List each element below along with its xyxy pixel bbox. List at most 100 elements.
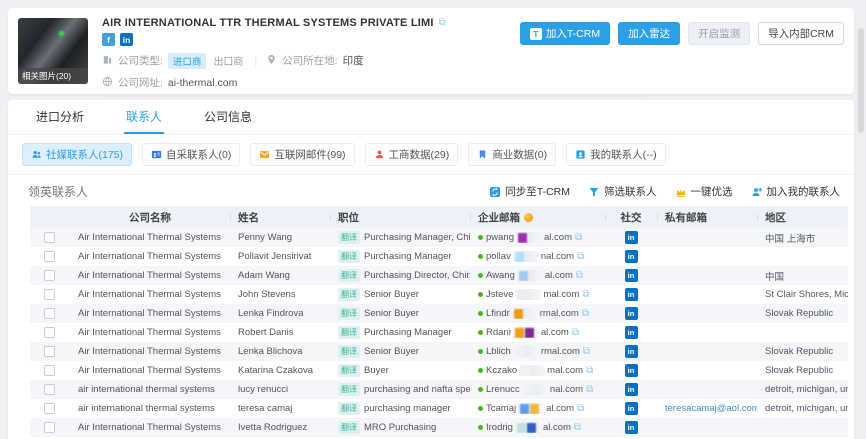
website-value[interactable]: ai-thermal.com [168,77,237,89]
copy-email-icon[interactable]: ⧉ [575,233,582,243]
exporter-tag[interactable]: 出口商 [211,52,245,69]
chip-label: 自采联系人(0) [166,147,231,162]
facebook-icon[interactable]: f [102,33,115,46]
copy-email-icon[interactable]: ⧉ [572,328,579,338]
email-quality-icon[interactable] [524,213,533,222]
row-checkbox[interactable] [44,251,55,262]
translate-tag[interactable]: 翻译 [338,269,360,282]
related-images-label[interactable]: 相关图片(20) [18,68,88,84]
row-checkbox[interactable] [44,232,55,243]
copy-email-icon[interactable]: ⧉ [586,366,593,376]
copy-email-icon[interactable]: ⧉ [574,423,581,433]
copy-email-icon[interactable]: ⧉ [583,347,590,357]
company-photo[interactable]: 相关图片(20) [18,18,88,84]
copy-company-name-icon[interactable]: ⧉ [439,18,446,28]
position-text: Purchasing Manager [364,251,452,262]
chip-social-contacts[interactable]: 社媒联系人(175) [22,143,132,166]
translate-tag[interactable]: 翻译 [338,421,360,434]
linkedin-profile-icon[interactable]: in [625,231,638,244]
action-label: 一键优选 [691,184,733,199]
filter-contacts-action[interactable]: 筛选联系人 [588,184,657,199]
translate-tag[interactable]: 翻译 [338,402,360,415]
table-body: Air International Thermal SystemsPenny W… [30,228,848,439]
linkedin-profile-icon[interactable]: in [625,345,638,358]
chip-internet-emails[interactable]: 互联网邮件(99) [250,143,354,166]
translate-tag[interactable]: 翻译 [338,307,360,320]
linkedin-profile-icon[interactable]: in [625,326,638,339]
masked-email-segment [517,270,543,281]
linkedin-icon[interactable]: in [120,33,133,46]
row-checkbox[interactable] [44,308,55,319]
linkedin-profile-icon[interactable]: in [625,402,638,415]
email-prefix: Awang [486,270,515,281]
translate-tag[interactable]: 翻译 [338,383,360,396]
translate-tag[interactable]: 翻译 [338,326,360,339]
mask-block [530,404,539,414]
start-monitor-button[interactable]: 开启监测 [688,22,750,45]
sync-to-tcrm-action[interactable]: 同步至T-CRM [489,184,570,199]
add-radar-button[interactable]: 加入雷达 [618,22,680,45]
row-checkbox[interactable] [44,289,55,300]
table-row: air international thermal systemslucy re… [30,380,848,399]
row-checkbox[interactable] [44,270,55,281]
social-cell: in [605,345,657,358]
email-suffix: al.com [541,327,569,338]
table-row: Air International Thermal SystemsPollavi… [30,247,848,266]
row-checkbox[interactable] [44,327,55,338]
chip-label: 我的联系人(--) [590,147,657,162]
email-suffix: mal.com [543,289,579,300]
translate-tag[interactable]: 翻译 [338,231,360,244]
page-scrollbar[interactable] [858,0,864,439]
add-to-my-contacts-action[interactable]: 加入我的联系人 [751,184,841,199]
chip-commercial-data[interactable]: 商业数据(0) [468,143,556,166]
email-status-dot [478,368,483,373]
import-internal-crm-button[interactable]: 导入内部CRM [758,22,844,45]
chip-my-contacts[interactable]: 我的联系人(--) [566,143,666,166]
copy-email-icon[interactable]: ⧉ [582,309,589,319]
private-email-text: teresacamaj@aol.com [665,403,757,414]
row-checkbox[interactable] [44,422,55,433]
copy-email-icon[interactable]: ⧉ [582,290,589,300]
importer-tag[interactable]: 进口商 [168,53,207,69]
chip-self-collected-contacts[interactable]: 自采联系人(0) [142,143,240,166]
email-prefix: Lblich [486,346,511,357]
row-checkbox[interactable] [44,403,55,414]
social-cell: in [605,250,657,263]
company-email-cell: Tcamajal.com⧉ [470,403,605,414]
linkedin-profile-icon[interactable]: in [625,250,638,263]
region-cell: Slovak Republic [757,346,848,357]
linkedin-profile-icon[interactable]: in [625,269,638,282]
copy-email-icon[interactable]: ⧉ [586,385,593,395]
mask-block [524,385,533,395]
company-email-cell: pollavnal.com⧉ [470,251,605,262]
section-row: 领英联系人 同步至T-CRM筛选联系人一键优选加入我的联系人 [8,175,854,206]
translate-tag[interactable]: 翻译 [338,364,360,377]
translate-tag[interactable]: 翻译 [338,288,360,301]
tab-contacts[interactable]: 联系人 [124,100,164,134]
email-status-dot [478,349,483,354]
copy-email-icon[interactable]: ⧉ [577,404,584,414]
email-status-dot [478,235,483,240]
row-checkbox[interactable] [44,365,55,376]
translate-tag[interactable]: 翻译 [338,250,360,263]
row-checkbox[interactable] [44,384,55,395]
copy-email-icon[interactable]: ⧉ [576,271,583,281]
linkedin-profile-icon[interactable]: in [625,383,638,396]
header-buttons: T 加入T-CRM 加入雷达 开启监测 导入内部CRM [520,22,844,45]
translate-tag[interactable]: 翻译 [338,345,360,358]
checkbox-cell [30,346,70,357]
row-checkbox[interactable] [44,346,55,357]
linkedin-profile-icon[interactable]: in [625,421,638,434]
chip-business-registry-data[interactable]: 工商数据(29) [365,143,459,166]
dashed-divider [102,96,644,97]
add-tcrm-button[interactable]: T 加入T-CRM [520,22,610,45]
linkedin-profile-icon[interactable]: in [625,288,638,301]
linkedin-profile-icon[interactable]: in [625,364,638,377]
tab-import-analysis[interactable]: 进口分析 [34,100,86,134]
copy-email-icon[interactable]: ⧉ [577,252,584,262]
tab-company-info[interactable]: 公司信息 [202,100,254,134]
linkedin-profile-icon[interactable]: in [625,307,638,320]
one-click-select-action[interactable]: 一键优选 [675,184,733,199]
scrollbar-thumb[interactable] [858,28,864,133]
mask-block [525,328,534,338]
